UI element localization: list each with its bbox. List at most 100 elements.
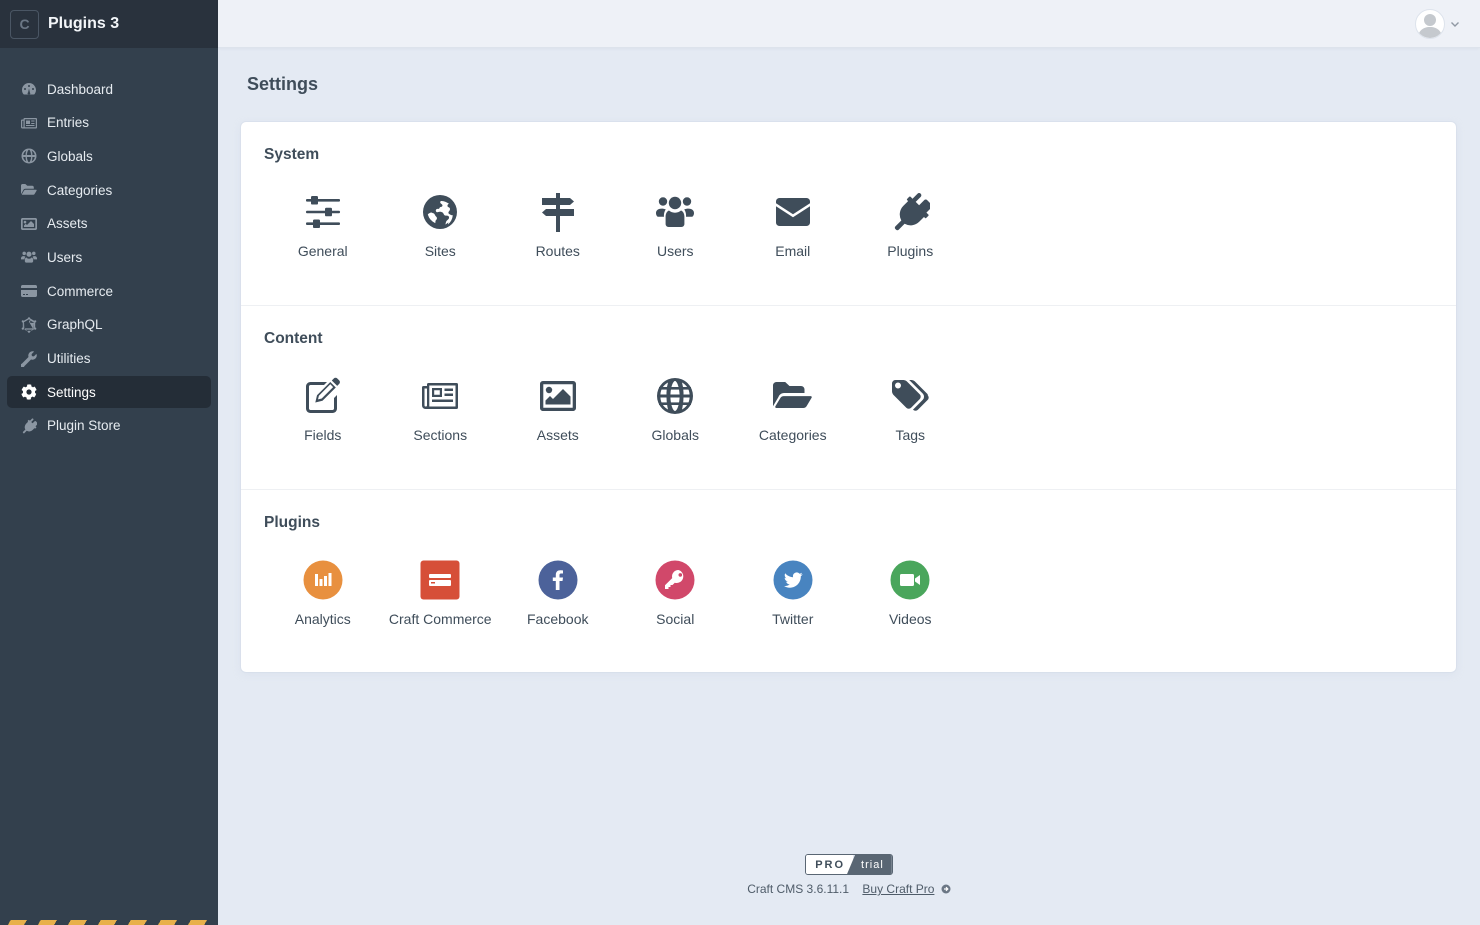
section-title: Content xyxy=(264,330,323,347)
sidebar-item-label: Commerce xyxy=(47,283,114,299)
image-icon xyxy=(538,376,578,416)
settings-tile-general[interactable]: General xyxy=(264,192,382,259)
sidebar-item-label: Assets xyxy=(47,216,88,232)
settings-card: System General Sites Routes Users Email xyxy=(241,122,1456,672)
sliders-icon xyxy=(303,192,343,232)
buy-pro-link[interactable]: Buy Craft Pro xyxy=(862,882,934,896)
facebook-icon xyxy=(538,560,578,600)
settings-tile-facebook[interactable]: Facebook xyxy=(499,560,617,627)
tile-label: Social xyxy=(656,611,695,627)
sidebar-item-utilities[interactable]: Utilities xyxy=(7,343,211,375)
settings-tile-sections[interactable]: Sections xyxy=(382,376,500,443)
sidebar-header: C Plugins 3 xyxy=(0,0,218,48)
tile-label: Facebook xyxy=(527,611,589,627)
settings-grid: Analytics Craft Commerce Facebook Social xyxy=(264,560,969,627)
main-nav: Dashboard Entries Globals Categories Ass… xyxy=(0,73,218,442)
settings-tile-craft-commerce[interactable]: Craft Commerce xyxy=(382,560,500,627)
sidebar-item-plugin-store[interactable]: Plugin Store xyxy=(7,410,211,442)
section-title: System xyxy=(264,146,320,163)
sidebar-item-label: Dashboard xyxy=(47,81,114,97)
page-title: Settings xyxy=(247,74,319,94)
edition-badge: PRO trial xyxy=(805,854,893,875)
section-system: System General Sites Routes Users Email xyxy=(241,122,1456,306)
credit-card-icon xyxy=(20,282,38,300)
section-title: Plugins xyxy=(264,514,320,531)
sidebar-item-label: Settings xyxy=(47,384,96,400)
key-icon xyxy=(655,560,695,600)
edition-status: trial xyxy=(847,855,892,874)
settings-tile-categories[interactable]: Categories xyxy=(734,376,852,443)
sidebar-item-dashboard[interactable]: Dashboard xyxy=(7,73,211,105)
edition-name: PRO xyxy=(806,855,854,874)
account-menu-button[interactable] xyxy=(1415,9,1460,39)
sidebar-item-settings[interactable]: Settings xyxy=(7,376,211,409)
twitter-icon xyxy=(773,560,813,600)
analytics-icon xyxy=(303,560,343,600)
sidebar-item-globals[interactable]: Globals xyxy=(7,140,211,172)
footer: PRO trial Craft CMS 3.6.11.1 Buy Craft P… xyxy=(218,854,1480,896)
dev-mode-stripes xyxy=(0,920,218,925)
newspaper-icon xyxy=(20,114,38,132)
sidebar-item-label: Plugin Store xyxy=(47,418,121,434)
image-icon xyxy=(20,215,38,233)
folder-open-icon xyxy=(773,376,813,416)
user-avatar-icon xyxy=(1415,9,1445,39)
wrench-icon xyxy=(20,350,38,368)
plug-icon xyxy=(20,417,38,435)
sidebar-item-users[interactable]: Users xyxy=(7,241,211,273)
settings-tile-analytics[interactable]: Analytics xyxy=(264,560,382,627)
settings-tile-tags[interactable]: Tags xyxy=(852,376,970,443)
envelope-icon xyxy=(773,192,813,232)
gauge-icon xyxy=(20,80,38,98)
section-plugins: Plugins Analytics Craft Commerce Faceboo… xyxy=(241,490,1456,674)
settings-tile-fields[interactable]: Fields xyxy=(264,376,382,443)
earth-icon xyxy=(420,192,460,232)
settings-tile-sites[interactable]: Sites xyxy=(382,192,500,259)
sidebar-item-label: Globals xyxy=(47,148,93,164)
arrow-circle-right-icon xyxy=(941,884,951,894)
graphql-icon xyxy=(20,316,38,334)
video-icon xyxy=(890,560,930,600)
tile-label: Craft Commerce xyxy=(388,611,492,627)
tile-label: Sections xyxy=(413,427,468,443)
tile-label: General xyxy=(297,243,348,259)
tile-label: Globals xyxy=(651,427,699,443)
gear-icon xyxy=(20,383,38,401)
tile-label: Sites xyxy=(424,243,456,259)
sidebar-item-label: Users xyxy=(47,249,83,265)
settings-tile-email[interactable]: Email xyxy=(734,192,852,259)
settings-tile-routes[interactable]: Routes xyxy=(499,192,617,259)
tile-label: Categories xyxy=(758,427,827,443)
sidebar-item-entries[interactable]: Entries xyxy=(7,107,211,139)
settings-tile-assets[interactable]: Assets xyxy=(499,376,617,443)
site-name[interactable]: Plugins 3 xyxy=(48,15,119,33)
settings-tile-videos[interactable]: Videos xyxy=(852,560,970,627)
users-icon xyxy=(655,192,695,232)
plug-icon xyxy=(890,192,930,232)
sidebar-item-commerce[interactable]: Commerce xyxy=(7,275,211,307)
commerce-icon xyxy=(420,560,460,600)
sidebar-item-label: Entries xyxy=(47,115,90,131)
site-logo[interactable]: C xyxy=(10,9,39,39)
tile-label: Twitter xyxy=(772,611,814,627)
tile-label: Fields xyxy=(304,427,342,443)
settings-grid: Fields Sections Assets Globals Categorie… xyxy=(264,376,969,443)
tile-label: Plugins xyxy=(887,243,934,259)
settings-tile-users[interactable]: Users xyxy=(617,192,735,259)
settings-tile-plugins[interactable]: Plugins xyxy=(852,192,970,259)
tile-label: Email xyxy=(775,243,811,259)
settings-grid: General Sites Routes Users Email Plugins xyxy=(264,192,969,259)
signpost-icon xyxy=(538,192,578,232)
settings-tile-twitter[interactable]: Twitter xyxy=(734,560,852,627)
sidebar-item-graphql[interactable]: GraphQL xyxy=(7,309,211,341)
tile-label: Assets xyxy=(536,427,579,443)
edit-icon xyxy=(303,376,343,416)
tags-icon xyxy=(890,376,930,416)
settings-tile-globals[interactable]: Globals xyxy=(617,376,735,443)
sidebar-item-assets[interactable]: Assets xyxy=(7,208,211,240)
top-bar xyxy=(218,0,1480,48)
sidebar-item-categories[interactable]: Categories xyxy=(7,174,211,206)
section-content: Content Fields Sections Assets Globals C… xyxy=(241,306,1456,490)
folder-open-icon xyxy=(20,181,38,199)
settings-tile-social[interactable]: Social xyxy=(617,560,735,627)
